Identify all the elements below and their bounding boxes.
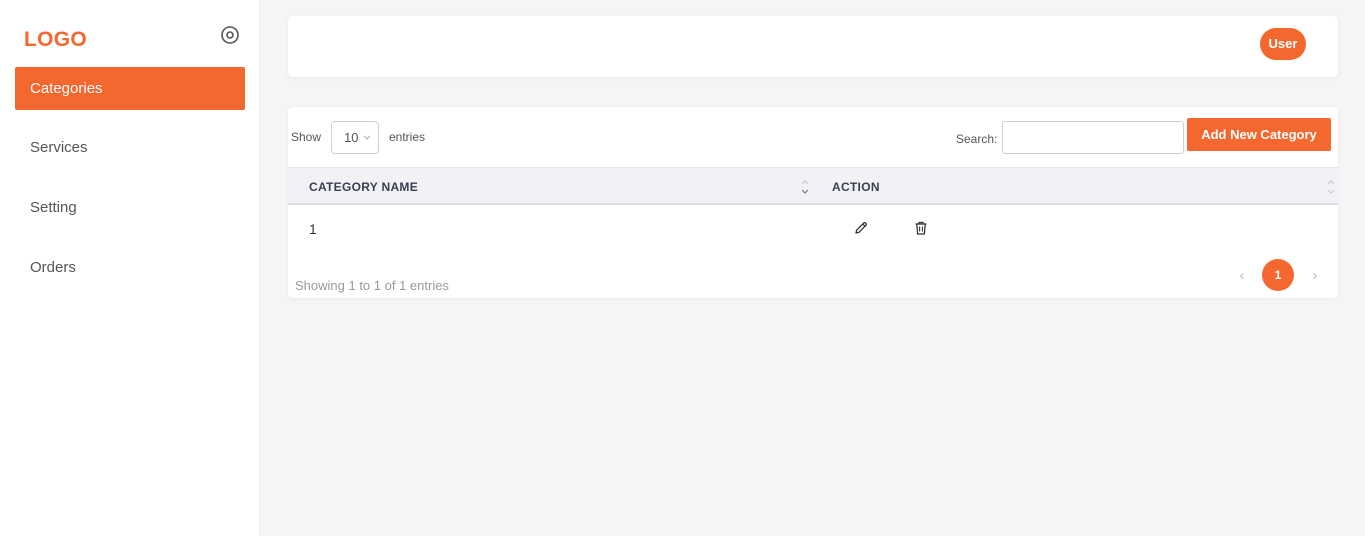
- sidebar-item-label: Orders: [30, 259, 76, 276]
- edit-icon[interactable]: [853, 220, 869, 236]
- show-label: Show: [291, 130, 322, 144]
- pagination-page-button[interactable]: 1: [1262, 259, 1294, 291]
- pagination-prev-button[interactable]: ‹: [1234, 265, 1250, 285]
- search-label: Search:: [956, 132, 998, 146]
- table-info-text: Showing 1 to 1 of 1 entries: [295, 278, 449, 293]
- sidebar-item-label: Categories: [30, 80, 103, 97]
- category-name-cell: 1: [309, 221, 317, 237]
- column-header-category-name[interactable]: CATEGORY NAME: [309, 180, 418, 194]
- sort-icon[interactable]: [1326, 177, 1336, 197]
- user-menu-button[interactable]: User: [1260, 28, 1306, 60]
- sidebar-item-label: Services: [30, 139, 88, 156]
- pagination-next-button[interactable]: ›: [1307, 265, 1323, 285]
- sidebar: LOGO Categories Services Setting Orders: [0, 0, 260, 536]
- add-new-category-button[interactable]: Add New Category: [1187, 118, 1331, 151]
- categories-table-card: Show 10 entries Search: Add New Category…: [288, 107, 1338, 298]
- search-input[interactable]: [1002, 121, 1184, 154]
- sidebar-item-categories[interactable]: Categories: [15, 67, 245, 110]
- sidebar-item-services[interactable]: Services: [15, 126, 245, 169]
- sidebar-item-orders[interactable]: Orders: [15, 246, 245, 289]
- page-size-select[interactable]: 10: [331, 121, 379, 154]
- chevron-down-icon: [363, 122, 371, 166]
- trash-icon[interactable]: [913, 220, 929, 236]
- sidebar-item-setting[interactable]: Setting: [15, 186, 245, 229]
- sidebar-toggle-button[interactable]: [220, 25, 240, 45]
- table-header: CATEGORY NAME ACTION: [288, 167, 1338, 205]
- page-size-value: 10: [344, 130, 359, 145]
- logo: LOGO: [24, 28, 88, 51]
- sidebar-item-label: Setting: [30, 199, 77, 216]
- entries-label: entries: [389, 130, 426, 144]
- column-header-action[interactable]: ACTION: [832, 180, 880, 194]
- sort-icon[interactable]: [800, 177, 810, 197]
- radio-circle-icon: [221, 26, 239, 44]
- table-row: 1: [288, 205, 1338, 253]
- top-header: User: [288, 16, 1338, 77]
